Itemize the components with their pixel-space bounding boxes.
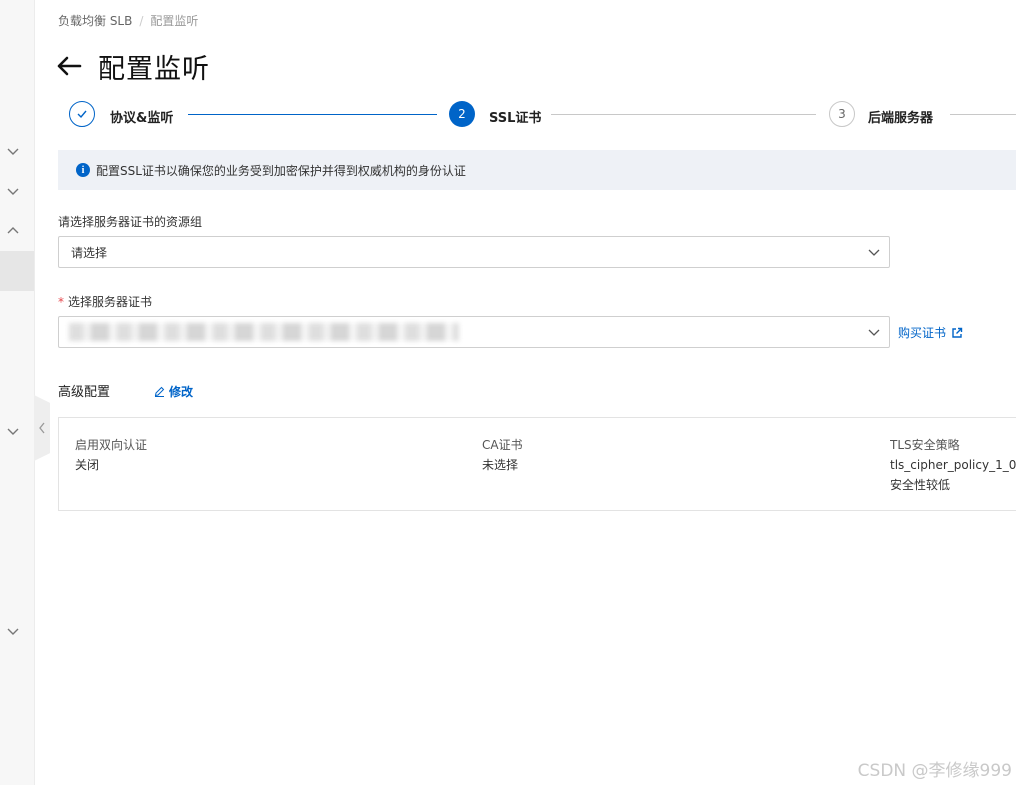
- chevron-down-icon[interactable]: [5, 143, 21, 159]
- step-3-label: 后端服务器: [868, 111, 934, 126]
- tls-policy-note: 安全性较低: [890, 478, 951, 492]
- info-alert: i 配置SSL证书以确保您的业务受到加密保护并得到权威机构的身份认证: [58, 150, 1016, 190]
- ca-cert-value: 未选择: [482, 458, 519, 472]
- check-icon: [77, 110, 87, 119]
- server-cert-label-text: 选择服务器证书: [68, 295, 153, 309]
- main-content: 负载均衡 SLB / 配置监听 配置监听 协议&监听 2 SSL证书 3 后端服务器…: [34, 0, 1016, 785]
- chevron-down-icon[interactable]: [5, 183, 21, 199]
- step-connector-done: [188, 114, 437, 115]
- ca-cert-item: CA证书 未选择: [482, 435, 523, 475]
- resource-group-label: 请选择服务器证书的资源组: [58, 215, 203, 229]
- sidebar: [0, 0, 35, 785]
- step-1-label: 协议&监听: [110, 111, 174, 126]
- mutual-auth-key: 启用双向认证: [75, 438, 148, 452]
- alert-text: 配置SSL证书以确保您的业务受到加密保护并得到权威机构的身份认证: [96, 163, 466, 178]
- pencil-icon: [154, 386, 165, 397]
- chevron-down-icon[interactable]: [5, 423, 21, 439]
- info-icon: i: [76, 163, 90, 177]
- step-1-indicator: [69, 101, 95, 127]
- breadcrumb-separator: /: [139, 14, 144, 28]
- ca-cert-key: CA证书: [482, 438, 523, 452]
- back-button[interactable]: [56, 51, 86, 81]
- edit-label: 修改: [169, 385, 194, 399]
- external-link-icon: [952, 327, 963, 338]
- chevron-up-icon[interactable]: [5, 223, 21, 239]
- buy-certificate-label: 购买证书: [898, 326, 947, 340]
- tls-policy-key: TLS安全策略: [890, 438, 960, 452]
- watermark: CSDN @李修缘999: [857, 761, 1012, 781]
- resource-group-select[interactable]: 请选择: [58, 236, 890, 268]
- step-2-label: SSL证书: [489, 111, 542, 126]
- server-cert-select[interactable]: [58, 316, 890, 348]
- required-mark: *: [58, 295, 64, 309]
- step-3-indicator: 3: [829, 101, 855, 127]
- breadcrumb-parent[interactable]: 负载均衡 SLB: [58, 14, 132, 28]
- advanced-config-title: 高级配置: [58, 385, 111, 400]
- resource-group-value: 请选择: [71, 245, 108, 260]
- mutual-auth-item: 启用双向认证 关闭: [75, 435, 147, 475]
- breadcrumb-current: 配置监听: [150, 14, 199, 28]
- page-title: 配置监听: [98, 53, 210, 85]
- redacted-cert-value: [69, 323, 459, 341]
- breadcrumb: 负载均衡 SLB / 配置监听: [58, 12, 198, 29]
- step-connector: [950, 114, 1016, 115]
- title-row: 配置监听: [56, 46, 210, 86]
- advanced-config-panel: 启用双向认证 关闭 CA证书 未选择 TLS安全策略 tls_cipher_po…: [58, 417, 1016, 511]
- buy-certificate-link[interactable]: 购买证书: [898, 324, 963, 341]
- tls-policy-value: tls_cipher_policy_1_0：支: [890, 458, 1016, 472]
- step-2-indicator: 2: [449, 101, 475, 127]
- chevron-down-icon: [868, 249, 880, 256]
- arrow-left-icon: [57, 56, 82, 76]
- tls-policy-item: TLS安全策略 tls_cipher_policy_1_0：支 安全性较低: [890, 435, 1016, 495]
- step-connector: [551, 114, 816, 115]
- edit-advanced-button[interactable]: 修改: [154, 383, 193, 400]
- sidebar-active-item[interactable]: [0, 251, 34, 291]
- chevron-down-icon: [868, 329, 880, 336]
- server-cert-label: * 选择服务器证书: [58, 293, 152, 310]
- chevron-down-icon[interactable]: [5, 623, 21, 639]
- mutual-auth-value: 关闭: [75, 458, 100, 472]
